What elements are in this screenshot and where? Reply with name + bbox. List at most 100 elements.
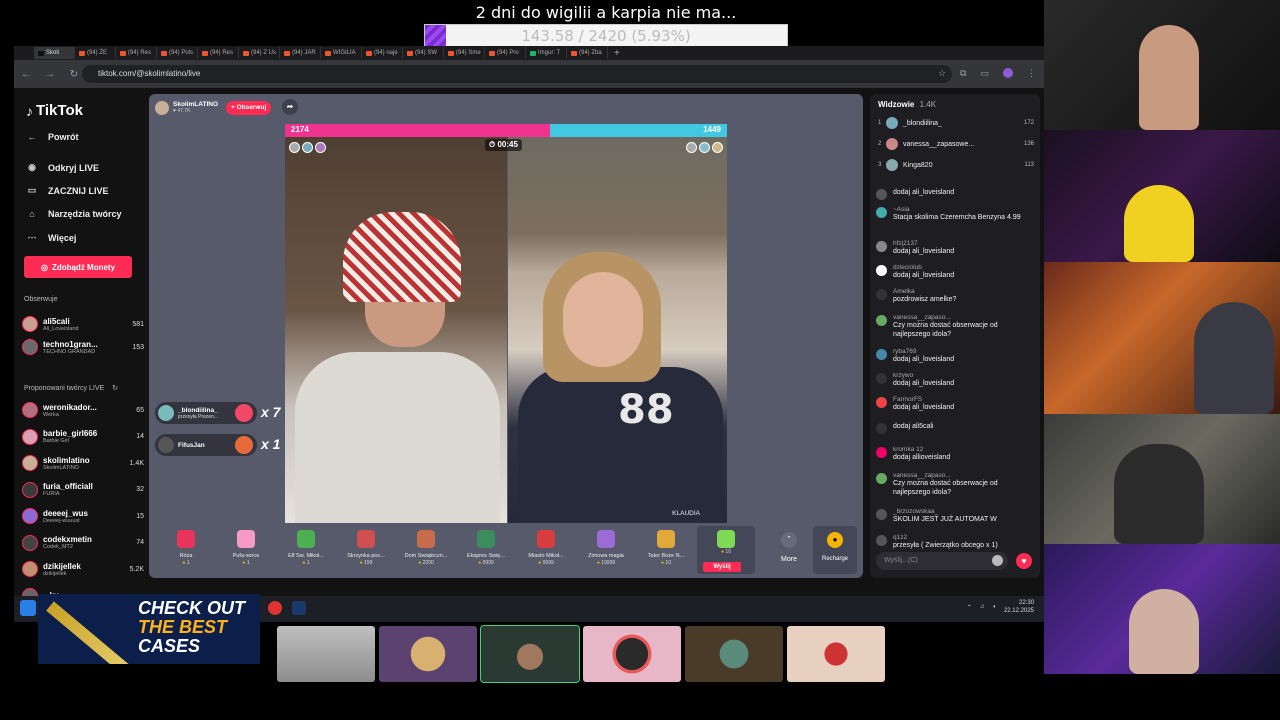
- chat-username[interactable]: ~Asia: [893, 206, 1021, 213]
- browser-tab[interactable]: WIGILIA: [321, 47, 362, 59]
- chat-input[interactable]: Wyślij...(C): [876, 552, 1008, 570]
- profile-icon[interactable]: [1003, 68, 1013, 78]
- url-field[interactable]: tiktok.com/@skolimlatino/live: [82, 65, 952, 83]
- chat-username[interactable]: dzieciolub: [893, 264, 954, 271]
- microphone-icon[interactable]: ♫: [980, 604, 985, 610]
- browser-tab[interactable]: (94) Pro: [485, 47, 526, 59]
- avatar[interactable]: [876, 373, 887, 384]
- chat-username[interactable]: Amelka: [893, 288, 956, 295]
- browser-tab[interactable]: Imgur: T: [526, 47, 567, 59]
- gift-item[interactable]: Ekspres Świę... ● 5999: [457, 526, 515, 574]
- sidebar-account-row[interactable]: furia_officiall FURIA 32: [22, 480, 144, 500]
- gifter-avatar[interactable]: [712, 142, 723, 153]
- host-avatar[interactable]: [155, 100, 169, 115]
- battle-video[interactable]: 88 KLAUDIA ⏱ 00:45: [285, 137, 727, 523]
- gifter-avatar[interactable]: [315, 142, 326, 153]
- sidebar-account-row[interactable]: deeeej_wus Deeeej-wuuust 15: [22, 506, 144, 526]
- kebab-menu-icon[interactable]: ⋮: [1027, 68, 1036, 79]
- avatar[interactable]: [876, 265, 887, 276]
- opponent-name[interactable]: KLAUDIA: [672, 510, 700, 517]
- chat-username[interactable]: q1z2: [893, 534, 998, 541]
- gifter-avatar[interactable]: [302, 142, 313, 153]
- chat-username[interactable]: FarmorFS: [893, 396, 954, 403]
- sidebar-account-row[interactable]: barbie_girl666 Barbie Girl 14: [22, 427, 144, 447]
- forward-icon[interactable]: →: [44, 69, 56, 80]
- chat-username[interactable]: kromka 12: [893, 446, 950, 453]
- sidebar-account-row[interactable]: dzikijellek dzikijellek 5.2K: [22, 559, 144, 579]
- browser-tab[interactable]: (94) Zba: [567, 47, 608, 59]
- new-tab-icon[interactable]: +: [614, 48, 620, 59]
- gifter-avatar[interactable]: [289, 142, 300, 153]
- gifter-avatar[interactable]: [699, 142, 710, 153]
- gift-item[interactable]: Tater Boże N... ● 10: [637, 526, 695, 574]
- avatar[interactable]: [876, 397, 887, 408]
- chrome-icon[interactable]: [268, 601, 282, 615]
- tray-chevron-icon[interactable]: ⌃: [967, 604, 972, 611]
- gift-item[interactable]: Miasto Mikoł... ● 9999: [517, 526, 575, 574]
- avatar[interactable]: [876, 349, 887, 360]
- send-gift-button[interactable]: Wyślij: [703, 562, 741, 572]
- avatar[interactable]: [876, 289, 887, 300]
- avatar[interactable]: [158, 405, 174, 421]
- browser-tab[interactable]: (94) SW: [403, 47, 444, 59]
- browser-tab[interactable]: (94) Sme: [444, 47, 485, 59]
- like-heart-icon[interactable]: ♥: [1016, 553, 1032, 569]
- get-coins-button[interactable]: ◎ Zdobądź Monety: [24, 256, 132, 278]
- chat-username[interactable]: vanessa__zapaso...: [893, 472, 1036, 479]
- avatar[interactable]: [158, 437, 174, 453]
- avatar[interactable]: [876, 447, 887, 458]
- avatar[interactable]: [876, 207, 887, 218]
- sidebar-account-row[interactable]: codekxmetin Codek_MT2 74: [22, 533, 144, 553]
- share-icon[interactable]: ➦: [282, 99, 298, 115]
- tiktok-logo[interactable]: ♪ TikTok: [26, 102, 83, 119]
- volume-icon[interactable]: ◖: [992, 604, 996, 610]
- chat-username[interactable]: ryba769: [893, 348, 954, 355]
- gift-item[interactable]: ● 10 Wyślij: [697, 526, 755, 574]
- more-gifts-button[interactable]: ⌃ More: [769, 526, 809, 574]
- steam-icon[interactable]: [292, 601, 306, 615]
- top-viewer-row[interactable]: 2 vanessa__zapasowe... 136: [878, 135, 1034, 153]
- back-icon[interactable]: ←: [20, 69, 32, 80]
- gifter-avatar[interactable]: [686, 142, 697, 153]
- browser-tab[interactable]: (94) naje: [362, 47, 403, 59]
- gift-item[interactable]: Dom Świąteczn... ● 2200: [397, 526, 455, 574]
- avatar[interactable]: [876, 241, 887, 252]
- reload-icon[interactable]: ↻: [68, 69, 80, 80]
- sidebar-account-row[interactable]: skolimlatino SkolimLATINO 1.4K: [22, 453, 144, 473]
- gift-item[interactable]: Elf Św. Mikoł... ● 1: [277, 526, 335, 574]
- sidebar-account-row[interactable]: techno1gran... TECHNO GRANDAD 153: [22, 337, 144, 357]
- gift-item[interactable]: Zimowa magia ● 19999: [577, 526, 635, 574]
- recharge-button[interactable]: ● Recharge: [813, 526, 857, 574]
- sidebar-nav-3[interactable]: ⌂ Narzędzia twórcy: [26, 209, 121, 219]
- chat-username[interactable]: _brzozowskaa_: [893, 508, 997, 515]
- host-name[interactable]: SkolimLATINO: [173, 101, 218, 108]
- top-viewer-row[interactable]: 3 Kinga820 113: [878, 156, 1034, 174]
- chat-username[interactable]: vanessa__zapaso...: [893, 314, 1036, 321]
- sidebar-account-row[interactable]: weronikador... Werka 65: [22, 400, 144, 420]
- sidebar-nav-1[interactable]: ◉ Odkryj LIVE: [26, 162, 99, 173]
- refresh-icon[interactable]: ↻: [112, 385, 118, 392]
- windows-start-icon[interactable]: [20, 600, 36, 616]
- browser-tab[interactable]: (94) Res: [198, 47, 239, 59]
- avatar[interactable]: [876, 473, 887, 484]
- avatar[interactable]: [876, 423, 887, 434]
- browser-tab[interactable]: Skoli: [34, 47, 75, 59]
- sidebar-nav-2[interactable]: ▭ ZACZNIJ LIVE: [26, 185, 109, 196]
- gift-item[interactable]: Róża ● 1: [157, 526, 215, 574]
- clock[interactable]: 22:30 22.12.2025: [1004, 599, 1034, 615]
- cast-icon[interactable]: ▭: [980, 68, 989, 79]
- sidebar-nav-0[interactable]: ← Powrót: [26, 132, 79, 142]
- extensions-icon[interactable]: ⧉: [960, 68, 966, 79]
- browser-tab[interactable]: (94) JAR: [280, 47, 321, 59]
- emoji-icon[interactable]: [992, 555, 1003, 566]
- viewers-header[interactable]: Widzowie 1.4K: [878, 100, 936, 109]
- chat-username[interactable]: hfzj2137: [893, 240, 954, 247]
- avatar[interactable]: [876, 189, 887, 200]
- avatar[interactable]: [876, 535, 887, 546]
- bookmark-star-icon[interactable]: ☆: [938, 68, 946, 79]
- avatar[interactable]: [876, 315, 887, 326]
- sidebar-nav-4[interactable]: ⋯ Więcej: [26, 232, 77, 243]
- top-viewer-row[interactable]: 1 _blondiilina_ 172: [878, 114, 1034, 132]
- chat-username[interactable]: krzywo: [893, 372, 954, 379]
- browser-tab[interactable]: (94) Res: [116, 47, 157, 59]
